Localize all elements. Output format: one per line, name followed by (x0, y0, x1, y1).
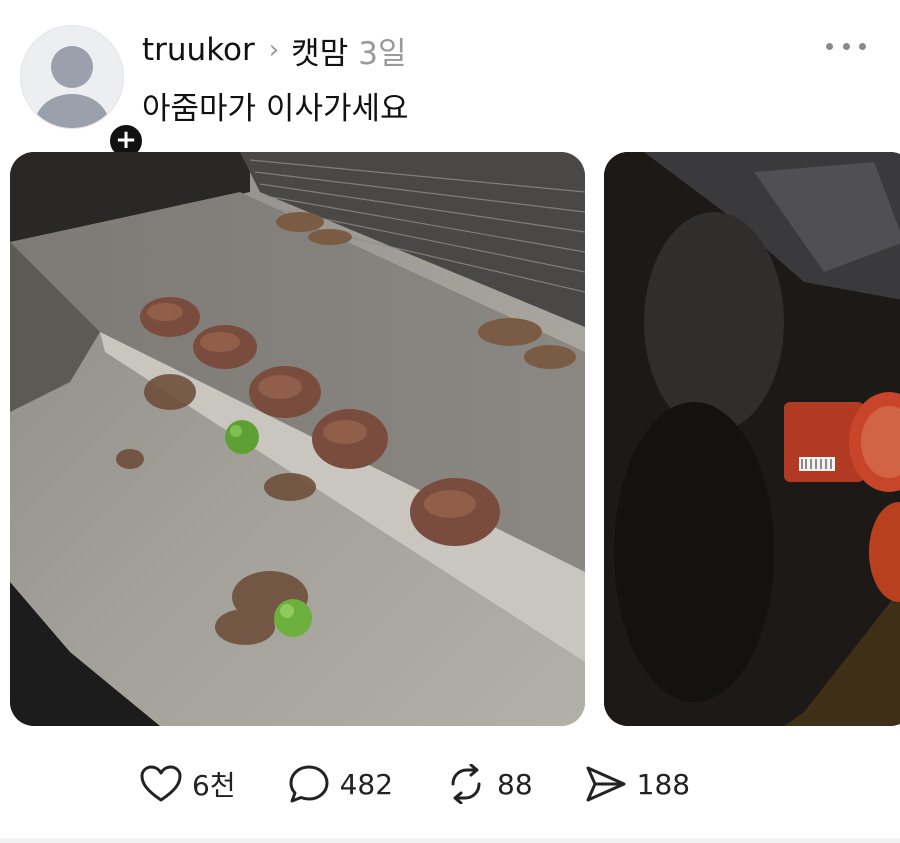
repost-button[interactable]: 88 (445, 764, 533, 804)
post-timestamp: 3일 (358, 35, 407, 72)
like-button[interactable]: 6천 (140, 764, 236, 804)
avatar[interactable]: + (20, 25, 146, 161)
repost-icon (451, 764, 481, 804)
share-count: 188 (636, 767, 691, 801)
thread-post: + truukor › 캣맘 3일 아줌마가 이사가세요 6천 482 88 1… (0, 0, 900, 843)
chevron-right-icon: › (268, 35, 280, 65)
post-text: 아줌마가 이사가세요 (142, 91, 409, 127)
username-link[interactable]: truukor (142, 32, 255, 68)
like-count: 6천 (192, 769, 236, 802)
comment-bubble-icon (289, 765, 329, 803)
comment-count: 482 (339, 767, 394, 801)
post-photo-2[interactable] (604, 152, 900, 726)
repost-count: 88 (497, 767, 533, 801)
share-button[interactable]: 188 (585, 764, 690, 804)
community-link[interactable]: 캣맘 (291, 28, 348, 73)
send-icon (586, 766, 626, 802)
default-user-avatar-icon (20, 25, 124, 129)
comment-button[interactable]: 482 (288, 764, 393, 804)
more-options-icon[interactable] (826, 36, 866, 56)
post-actions: 6천 482 88 188 (140, 758, 742, 810)
post-photo-1[interactable] (10, 152, 585, 726)
post-header: truukor › 캣맘 3일 (142, 28, 406, 72)
heart-icon (140, 765, 182, 802)
post-divider (0, 838, 900, 843)
